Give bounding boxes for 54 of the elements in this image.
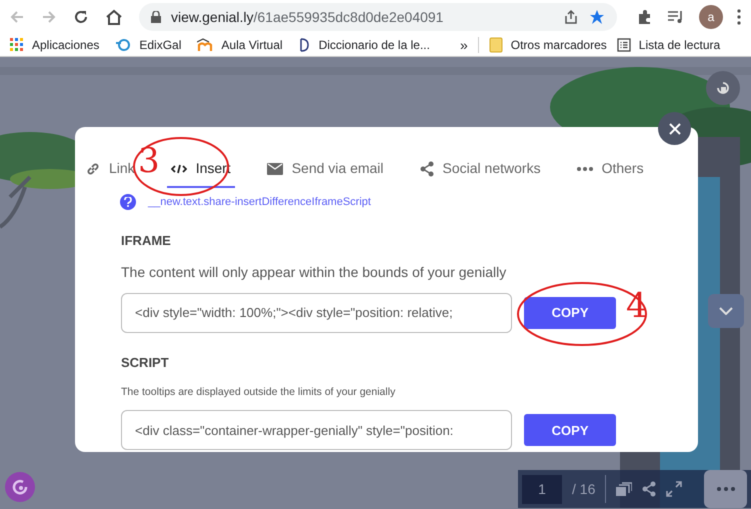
home-icon[interactable] — [105, 9, 123, 25]
media-icon[interactable] — [667, 10, 685, 24]
envelope-icon — [266, 162, 283, 174]
bookmark-label[interactable]: Lista de lectura — [638, 36, 720, 54]
page-number-field[interactable]: 1 — [522, 474, 562, 504]
share-tab[interactable]: Send via email — [262, 157, 388, 188]
url-text: view.genial.ly/61ae559935dc8d0de2e04091 — [171, 8, 444, 27]
section-description: The tooltips are displayed outside the limits of your genially — [121, 384, 396, 400]
dots-icon — [716, 487, 734, 491]
help-link[interactable]: __new.text.share-insertDifferenceIframeScript — [148, 194, 371, 210]
code-icon — [170, 162, 187, 174]
overflow-chevron[interactable]: » — [460, 34, 468, 56]
profile-avatar[interactable]: a — [699, 5, 723, 29]
menu-icon[interactable] — [737, 9, 741, 25]
scroll-down-button[interactable] — [708, 294, 744, 328]
bookmark-label[interactable]: EdixGal — [139, 36, 182, 54]
share-tab[interactable]: Social networks — [416, 157, 545, 188]
swirl-logo-icon — [115, 38, 132, 52]
close-icon — [668, 122, 680, 134]
share-icon[interactable] — [642, 481, 656, 497]
lock-icon — [151, 11, 161, 23]
star-icon[interactable] — [589, 9, 605, 25]
bookmark-label[interactable]: Aula Virtual — [221, 36, 283, 54]
rotate-lock-icon — [715, 80, 731, 96]
dots-icon — [576, 166, 593, 170]
folder-icon — [488, 37, 503, 53]
apps-grid-icon — [10, 38, 24, 52]
page-total: / 16 — [572, 480, 596, 498]
help-icon[interactable] — [120, 194, 136, 210]
reading-list-icon — [616, 38, 631, 52]
section-description: The content will only appear within the bounds of your genially — [121, 263, 508, 282]
pages-stack-icon[interactable] — [616, 482, 632, 496]
more-button[interactable] — [704, 470, 747, 508]
embed-code-field[interactable]: <div style="width: 100%;"><div style="position: relative; — [121, 293, 512, 333]
chevron-down-icon — [719, 307, 733, 315]
address-bar[interactable]: view.genial.ly/61ae559935dc8d0de2e04091 — [139, 3, 617, 31]
section-title: SCRIPT — [121, 354, 170, 372]
embed-code-field[interactable]: <div class="container-wrapper-genially" style="position: — [121, 410, 512, 450]
bookmark-label[interactable]: Diccionario de la le... — [318, 36, 430, 54]
dictionary-logo-icon — [298, 37, 311, 53]
fullscreen-icon[interactable] — [666, 481, 682, 497]
bookmark-label[interactable]: Otros marcadores — [510, 36, 607, 54]
logo-swirl-icon — [11, 478, 29, 496]
bookmark-label[interactable]: Aplicaciones — [32, 36, 100, 54]
share-page-icon[interactable] — [563, 9, 579, 25]
section-title: IFRAME — [121, 232, 172, 250]
graduation-cap-icon — [197, 38, 214, 52]
link-icon — [86, 162, 100, 176]
copy-button[interactable]: COPY — [524, 414, 616, 446]
extensions-icon[interactable] — [637, 9, 653, 25]
share-icon — [420, 160, 434, 176]
copy-button[interactable]: COPY — [524, 297, 616, 329]
reload-icon[interactable] — [73, 9, 89, 25]
share-tab[interactable]: Others — [572, 157, 648, 188]
